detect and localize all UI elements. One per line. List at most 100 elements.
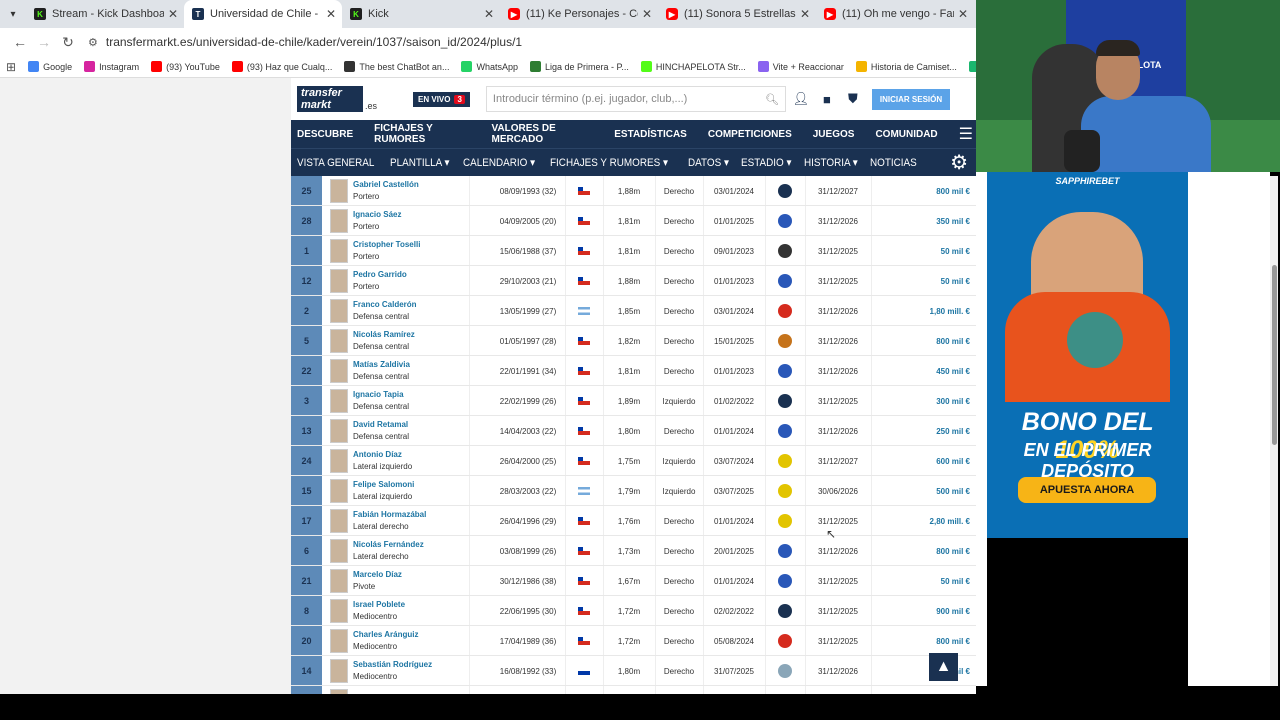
betting-ad[interactable]: SAPPHIREBET BONO DEL 100% EN EL PRIMER D… — [987, 172, 1188, 538]
previous-club-badge-icon[interactable] — [778, 604, 792, 618]
close-icon[interactable]: ✕ — [800, 7, 810, 21]
sub-nav-item[interactable]: HISTORIA ▾ — [804, 156, 858, 169]
player-photo[interactable] — [330, 568, 348, 593]
player-name-link[interactable]: Antonio Díaz — [353, 450, 468, 459]
browser-tab[interactable]: ▶ (11) Ke Personajes - Como La P ✕ — [500, 0, 658, 28]
login-button[interactable]: INICIAR SESIÓN — [871, 88, 951, 110]
player-photo[interactable] — [330, 268, 348, 293]
bookmark-item[interactable]: HINCHAPELOTA Str... — [640, 61, 746, 72]
forward-icon[interactable]: → — [32, 34, 56, 50]
previous-club-badge-icon[interactable] — [778, 454, 792, 468]
main-nav-item[interactable]: COMUNIDAD — [875, 129, 937, 140]
main-nav-item[interactable]: VALORES DE MERCADO — [491, 123, 593, 145]
bookmark-item[interactable]: Vite + Reaccionar — [757, 61, 844, 72]
player-photo[interactable] — [330, 298, 348, 323]
bookmark-item[interactable]: Google — [28, 61, 72, 72]
close-icon[interactable]: ✕ — [642, 7, 652, 21]
previous-club-badge-icon[interactable] — [778, 394, 792, 408]
player-name-link[interactable]: Felipe Salomoni — [353, 480, 468, 489]
market-value-link[interactable]: 800 mil € — [936, 637, 970, 646]
address-bar[interactable]: ⚙ transfermarkt.es/universidad-de-chile/… — [88, 30, 968, 54]
player-name-link[interactable]: Ignacio Sáez — [353, 210, 468, 219]
sub-nav-item[interactable]: VISTA GENERAL — [297, 157, 374, 169]
search-input[interactable]: Introducir término (p.ej. jugador, club,… — [485, 86, 786, 112]
bookmark-item[interactable]: The best ChatBot an... — [344, 61, 449, 72]
player-photo[interactable] — [330, 388, 348, 413]
market-value-link[interactable]: 50 mil € — [941, 277, 970, 286]
sub-nav-item[interactable]: DATOS ▾ — [688, 156, 729, 169]
bookmark-icon[interactable]: ■ — [816, 92, 838, 107]
player-photo[interactable] — [330, 508, 348, 533]
player-name-link[interactable]: Marcelo Díaz — [353, 570, 468, 579]
main-nav-item[interactable]: DESCUBRE — [297, 129, 353, 140]
close-icon[interactable]: ✕ — [484, 7, 494, 21]
player-name-link[interactable]: Charles Aránguiz — [353, 630, 468, 639]
player-name-link[interactable]: Matías Zaldivia — [353, 360, 468, 369]
main-nav-item[interactable]: JUEGOS — [813, 129, 855, 140]
player-photo[interactable] — [330, 178, 348, 203]
player-photo[interactable] — [330, 688, 348, 694]
player-photo[interactable] — [330, 658, 348, 683]
market-value-link[interactable]: 2,80 mill. € — [930, 517, 970, 526]
browser-tab[interactable]: ▶ (11) Sonora 5 Estrellas - Superr ✕ — [658, 0, 816, 28]
bookmark-item[interactable]: GIF - Imgur — [968, 61, 976, 72]
player-photo[interactable] — [330, 238, 348, 263]
reload-icon[interactable]: ↻ — [56, 34, 80, 51]
player-name-link[interactable]: Ignacio Tapia — [353, 390, 468, 399]
previous-club-badge-icon[interactable] — [778, 544, 792, 558]
shield-icon[interactable]: ⛊ — [842, 91, 864, 107]
player-name-link[interactable]: Nicolás Fernández — [353, 540, 468, 549]
player-name-link[interactable]: Nicolás Ramírez — [353, 330, 468, 339]
close-icon[interactable]: ✕ — [168, 7, 178, 21]
market-value-link[interactable]: 50 mil € — [941, 577, 970, 586]
ad-cta-button[interactable]: APUESTA AHORA — [1018, 477, 1156, 503]
browser-tab[interactable]: K Kick ✕ — [342, 0, 500, 28]
browser-tab[interactable]: T Universidad de Chile - Plantilla ✕ — [184, 0, 342, 28]
market-value-link[interactable]: 1,80 mill. € — [930, 307, 970, 316]
market-value-link[interactable]: 600 mil € — [936, 457, 970, 466]
player-photo[interactable] — [330, 628, 348, 653]
search-icon[interactable]: 🔍︎ — [765, 93, 779, 106]
main-nav-item[interactable]: COMPETICIONES — [708, 129, 792, 140]
back-icon[interactable]: ← — [8, 34, 32, 50]
previous-club-badge-icon[interactable] — [778, 364, 792, 378]
tab-search-icon[interactable]: ▾ — [0, 0, 26, 28]
previous-club-badge-icon[interactable] — [778, 634, 792, 648]
previous-club-badge-icon[interactable] — [778, 514, 792, 528]
previous-club-badge-icon[interactable] — [778, 484, 792, 498]
player-photo[interactable] — [330, 598, 348, 623]
previous-club-badge-icon[interactable] — [778, 214, 792, 228]
player-name-link[interactable]: Fabián Hormazábal — [353, 510, 468, 519]
transfermarkt-logo[interactable]: transfer markt — [297, 86, 363, 112]
market-value-link[interactable]: 300 mil € — [936, 397, 970, 406]
player-name-link[interactable]: Franco Calderón — [353, 300, 468, 309]
previous-club-badge-icon[interactable] — [778, 664, 792, 678]
sub-nav-item[interactable]: FICHAJES Y RUMORES ▾ — [550, 156, 668, 169]
live-button[interactable]: EN VIVO 3 — [413, 91, 470, 107]
player-name-link[interactable]: Israel Poblete — [353, 600, 468, 609]
apps-icon[interactable]: ⊞ — [6, 60, 16, 74]
sub-nav-item[interactable]: NOTICIAS — [870, 157, 917, 169]
bookmark-item[interactable]: Instagram — [84, 61, 139, 72]
sub-nav-item[interactable]: PLANTILLA ▾ — [390, 156, 449, 169]
player-name-link[interactable]: Sebastián Rodríguez — [353, 660, 468, 669]
previous-club-badge-icon[interactable] — [778, 274, 792, 288]
menu-icon[interactable]: ☰ — [959, 124, 973, 144]
user-search-icon[interactable]: 👤︎ — [790, 91, 812, 107]
sub-nav-item[interactable]: ESTADIO ▾ — [741, 156, 791, 169]
browser-tab[interactable]: K Stream - Kick Dashboard ✕ — [26, 0, 184, 28]
player-photo[interactable] — [330, 478, 348, 503]
bookmark-item[interactable]: Liga de Primera - P... — [529, 61, 629, 72]
bookmark-item[interactable]: Historia de Camiset... — [855, 61, 957, 72]
player-photo[interactable] — [330, 328, 348, 353]
scroll-to-top-button[interactable]: ▲ — [929, 653, 958, 681]
browser-tab[interactable]: ▶ (11) Oh me vengo - Faraón Lov ✕ — [816, 0, 974, 28]
player-name-link[interactable]: Pedro Garrido — [353, 270, 468, 279]
previous-club-badge-icon[interactable] — [778, 184, 792, 198]
sub-nav-item[interactable]: CALENDARIO ▾ — [463, 156, 535, 169]
previous-club-badge-icon[interactable] — [778, 244, 792, 258]
market-value-link[interactable]: 500 mil € — [936, 487, 970, 496]
market-value-link[interactable]: 800 mil € — [936, 187, 970, 196]
previous-club-badge-icon[interactable] — [778, 424, 792, 438]
market-value-link[interactable]: 900 mil € — [936, 607, 970, 616]
